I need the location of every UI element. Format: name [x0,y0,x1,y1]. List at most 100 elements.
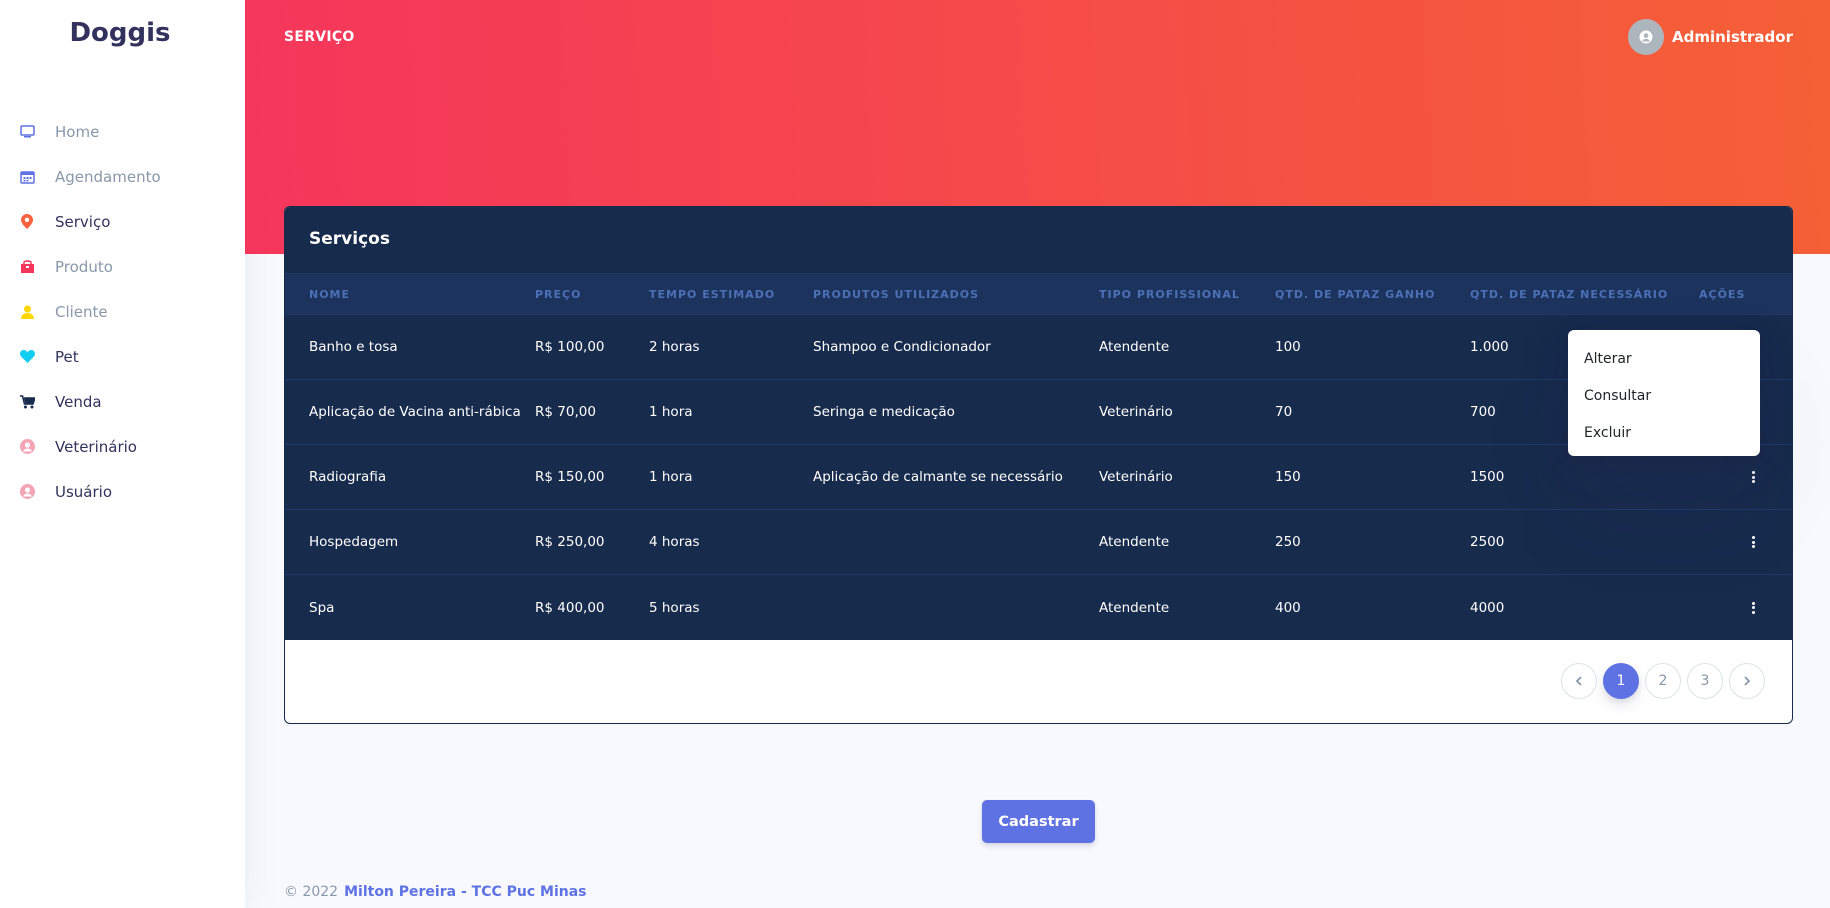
cell-preco: R$ 400,00 [535,599,605,616]
sidebar-item-label: Usuário [55,482,113,501]
cell-nome: Banho e tosa [309,339,398,355]
sidebar-item-home[interactable]: Home [0,109,245,154]
column-header-tempo[interactable]: Tempo Estimado [649,288,813,301]
column-header-pataz-necessario[interactable]: Qtd. de Pataz Necessário [1470,288,1695,301]
brand-logo[interactable]: Doggis [0,18,240,48]
table-row: Spa R$ 400,00 5 horas Atendente 400 4000 [285,575,1792,640]
cell-tipo: Atendente [1099,339,1170,355]
cell-nome: Spa [309,599,335,616]
sidebar-item-produto[interactable]: Produto [0,244,245,289]
column-header-pataz-ganho[interactable]: Qtd. de Pataz Ganho [1275,288,1470,301]
menu-item-alterar[interactable]: Alterar [1568,340,1760,377]
footer-copyright: © 2022 [284,884,339,900]
cell-tipo: Atendente [1099,599,1170,616]
chevron-right-icon [1744,676,1751,686]
cell-pataz-necessario: 1500 [1470,469,1505,485]
cell-tempo: 1 hora [649,404,693,420]
sidebar-item-label: Cliente [55,302,108,321]
menu-item-excluir[interactable]: Excluir [1568,414,1760,451]
heart-icon [18,348,36,366]
services-table: Serviços Nome Preço Tempo Estimado Produ… [285,207,1792,640]
pagination-prev-button[interactable] [1561,663,1597,699]
sidebar-item-venda[interactable]: Venda [0,379,245,424]
cell-produtos: Shampoo e Condicionador [813,339,991,355]
user-circle-icon [18,483,36,501]
sidebar-item-label: Agendamento [55,167,161,186]
sidebar-item-veterinario[interactable]: Veterinário [0,424,245,469]
pin-icon [18,213,36,231]
cell-pataz-ganho: 400 [1275,599,1301,616]
user-name: Administrador [1672,28,1793,46]
sidebar-item-label: Produto [55,257,113,276]
cell-tipo: Veterinário [1099,404,1173,420]
more-vertical-icon[interactable] [1747,535,1761,549]
user-circle-icon [1639,30,1653,44]
cell-preco: R$ 100,00 [535,339,605,355]
cell-tempo: 5 horas [649,599,700,616]
more-vertical-icon[interactable] [1747,601,1761,615]
sidebar-item-pet[interactable]: Pet [0,334,245,379]
sidebar-item-label: Serviço [55,212,111,231]
chevron-left-icon [1575,676,1582,686]
sidebar-item-label: Venda [55,392,102,411]
table-row: Hospedagem R$ 250,00 4 horas Atendente 2… [285,510,1792,575]
avatar [1628,19,1664,55]
table-header: Nome Preço Tempo Estimado Produtos Utili… [285,273,1792,315]
footer-author-link[interactable]: Milton Pereira - TCC Puc Minas [344,884,586,900]
sidebar-item-usuario[interactable]: Usuário [0,469,245,514]
cell-pataz-necessario: 4000 [1470,599,1505,616]
table-row: Aplicação de Vacina anti-rábica R$ 70,00… [285,380,1792,445]
sidebar: Doggis Home Agendamento Serviço Produto [0,0,245,908]
menu-item-consultar[interactable]: Consultar [1568,377,1760,414]
cart-icon [18,393,36,411]
pagination-page-2[interactable]: 2 [1645,663,1681,699]
pagination: 1 2 3 [1561,663,1765,699]
column-header-produtos[interactable]: Produtos Utilizados [813,288,1099,301]
user-circle-icon [18,438,36,456]
user-menu[interactable]: Administrador [1628,19,1793,55]
sidebar-item-label: Veterinário [55,437,137,456]
cell-acoes [1695,535,1792,549]
card-title: Serviços [309,229,390,249]
pagination-page-1[interactable]: 1 [1603,663,1639,699]
cell-tempo: 1 hora [649,469,693,485]
footer: © 2022 Milton Pereira - TCC Puc Minas [284,884,587,900]
user-icon [18,303,36,321]
page-title[interactable]: SERVIÇO [284,29,355,45]
cell-pataz-ganho: 250 [1275,534,1301,550]
cell-tipo: Atendente [1099,534,1170,550]
cell-nome: Radiografia [309,469,387,485]
box-icon [18,258,36,276]
cell-produtos: Aplicação de calmante se necessário [813,469,1063,485]
column-header-nome[interactable]: Nome [285,288,535,301]
more-vertical-icon[interactable] [1747,470,1761,484]
column-header-acoes: Ações [1699,287,1746,301]
cell-nome: Hospedagem [309,534,399,550]
cell-preco: R$ 150,00 [535,469,605,485]
table-row: Radiografia R$ 150,00 1 hora Aplicação d… [285,445,1792,510]
cell-pataz-necessario: 2500 [1470,534,1505,550]
pagination-page-3[interactable]: 3 [1687,663,1723,699]
cell-produtos: Seringa e medicação [813,404,955,420]
sidebar-item-cliente[interactable]: Cliente [0,289,245,334]
column-header-preco[interactable]: Preço [535,288,649,301]
cell-nome: Aplicação de Vacina anti-rábica [309,404,521,420]
cell-pataz-ganho: 100 [1275,339,1301,355]
calendar-icon [18,168,36,186]
sidebar-item-label: Home [55,122,100,141]
cell-pataz-ganho: 150 [1275,469,1301,485]
cadastrar-button[interactable]: Cadastrar [982,800,1095,843]
column-header-tipo[interactable]: Tipo Profissional [1099,288,1275,301]
services-card: Serviços Nome Preço Tempo Estimado Produ… [284,206,1793,724]
sidebar-nav: Home Agendamento Serviço Produto Cliente [0,109,245,514]
pagination-next-button[interactable] [1729,663,1765,699]
sidebar-item-label: Pet [55,347,79,366]
cell-pataz-ganho: 70 [1275,404,1293,420]
sidebar-item-servico[interactable]: Serviço [0,199,245,244]
sidebar-item-agendamento[interactable]: Agendamento [0,154,245,199]
cell-tempo: 2 horas [649,339,700,355]
cell-acoes [1695,601,1792,615]
actions-dropdown-menu: Alterar Consultar Excluir [1568,330,1760,456]
cell-tempo: 4 horas [649,534,700,550]
cell-tipo: Veterinário [1099,469,1173,485]
